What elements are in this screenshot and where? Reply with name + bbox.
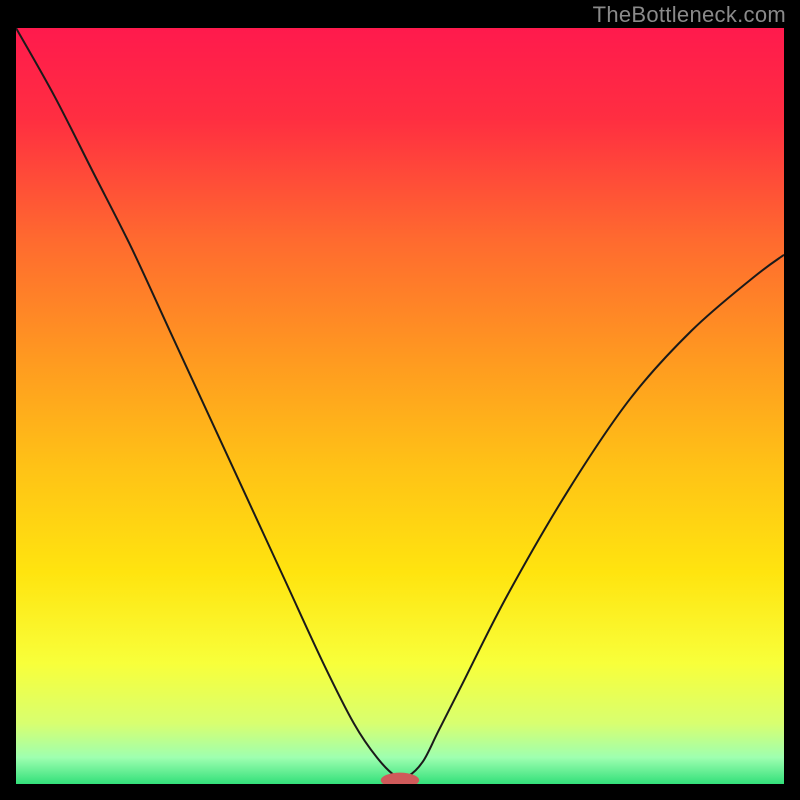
frame: TheBottleneck.com <box>0 0 800 800</box>
bottleneck-chart <box>16 28 784 784</box>
chart-background <box>16 28 784 784</box>
watermark-text: TheBottleneck.com <box>593 2 786 28</box>
